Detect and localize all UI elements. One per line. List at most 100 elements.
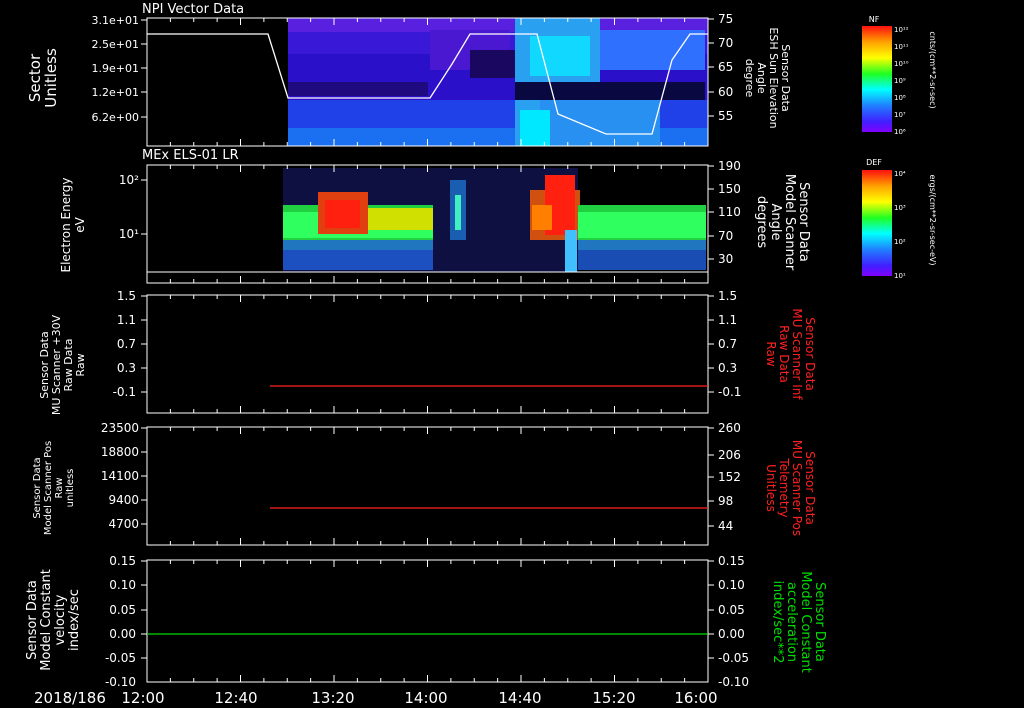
panel5-frame [146,559,709,683]
panel3-left-tick-label: 1.1 [117,313,136,327]
panel3-right-tick-label: 1.1 [718,313,737,327]
panel3-left-tick-label: 1.5 [117,289,136,303]
panel1-right-tick-label: 70 [718,36,733,50]
panel1-left-tick-label: 1.9e+01 [92,62,139,75]
panel1-colorbar-tick: 10⁷ [894,111,906,119]
panel5-right-label-line: Model Constant [798,571,813,673]
panel1-spectrogram [288,18,708,146]
panel2-left-label-line: Electron Energy [59,177,73,272]
panel2-colorbar-tick: 10⁴ [894,170,906,178]
panel4-frame [146,426,709,546]
panel2-left-axis-label: Electron Energy eV [59,177,87,272]
panel4-right-label-line: Sensor Data [803,451,817,525]
panel3-right-tick-label: -0.1 [718,385,741,399]
panel3-right-ticks: 1.5 1.1 0.7 0.3 -0.1 [708,289,741,399]
panel2-left-tick-label: 10² [119,173,139,187]
panel2-left-tick-label: 10¹ [119,227,139,241]
panel4-right-ticks: 260 206 152 98 44 [708,421,741,533]
panel1-right-tick-label: 55 [718,109,733,123]
panel3-right-label-line: Raw Data [777,325,791,383]
panel4-right-tick-label: 260 [718,421,741,435]
panel4-left-label-line: Model Scanner Pos [43,441,54,535]
x-tick-label: 13:20 [311,689,354,707]
panel3-left-tick-label: 0.7 [117,337,136,351]
panel3-left-tick-label: -0.1 [113,385,136,399]
panel2-right-tick-label: 150 [718,182,741,196]
panel5-right-tick-label: 0.15 [718,554,745,568]
panel1-colorbar-tick: 10¹² [894,26,909,34]
panel4-left-tick-label: 4700 [108,517,139,531]
panel4-left-tick-label: 23500 [101,421,139,435]
panel2-colorbar-tick: 10² [894,238,906,246]
panel1-left-tick-label: 1.2e+01 [92,86,139,99]
panel-mex-els: MEx ELS-01 LR 10² 10¹ 190 150 110 70 30 … [59,148,811,284]
panel4-left-tick-label: 18800 [101,445,139,459]
panel4-right-tick-label: 98 [718,494,733,508]
panel2-right-tick-label: 30 [718,252,733,266]
panel1-right-ticks: 75 70 65 60 55 [708,12,733,123]
panel2-colorbar-title: DEF [866,158,882,167]
panel4-left-label-line: Sensor Data [32,457,43,518]
panel1-title: NPI Vector Data [142,2,244,17]
panel1-left-axis-label: Sector Unitless [26,48,60,108]
panel2-spectrogram [283,168,706,272]
panel2-right-tick-label: 70 [718,229,733,243]
panel5-right-label-line: index/sec**2 [770,580,785,663]
panel1-left-ticks: 3.1e+01 2.5e+01 1.9e+01 1.2e+01 6.2e+00 [92,14,147,124]
x-tick-label: 16:00 [674,689,717,707]
date-label: 2018/186 [34,689,106,707]
panel4-right-axis-label: Sensor Data MU Scanner Pos Telemetry Uni… [764,440,817,536]
panel4-right-label-line: Unitless [764,464,778,512]
panel2-right-axis-label: Sensor Data Model Scanner Angle degrees [754,174,811,271]
panel3-left-axis-label: Sensor Data MU Scanner +30V Raw Data Raw [38,314,87,415]
panel2-right-label-line: Angle [768,204,783,241]
panel3-left-label-line: Raw [74,353,87,376]
panel5-left-label-line: index/sec [67,589,82,651]
panel1-colorbar-tick: 10¹⁰ [894,60,909,68]
panel2-colorbar-tick: 10¹ [894,272,906,280]
panel5-left-label-line: velocity [53,594,68,645]
panel5-right-tick-label: -0.05 [718,651,749,665]
panel5-left-tick-label: 0.00 [109,627,136,641]
panel1-colorbar-title: NF [869,15,880,24]
panel2-left-label-line: eV [73,216,87,232]
panel4-left-label-line: Raw [54,477,65,498]
panel1-colorbar-tick: 10⁹ [894,77,906,85]
panel5-right-tick-label: -0.10 [718,675,749,689]
panel1-colorbar: NF 10¹² 10¹¹ 10¹⁰ 10⁹ 10⁸ 10⁷ 10⁶ cnts/(… [862,15,937,136]
panel-model-constant: 0.15 0.10 0.05 0.00 -0.05 -0.10 0.15 0.1… [25,554,827,689]
panel5-left-tick-label: -0.10 [105,675,136,689]
panel1-right-label-line: degree [743,59,756,98]
panel2-right-label-line: degrees [754,196,769,249]
panel1-left-label-line: Unitless [42,48,60,108]
x-axis-labels: 2018/186 12:00 12:40 13:20 14:00 14:40 1… [34,689,718,707]
panel1-left-tick-label: 2.5e+01 [92,38,139,51]
panel-mu-scanner-raw: 1.5 1.1 0.7 0.3 -0.1 1.5 1.1 0.7 0.3 -0.… [38,289,817,415]
panel5-right-label-line: Sensor Data [812,582,827,662]
panel2-colorbar-units: ergs/(cm**2-sr-sec-eV) [928,174,937,265]
panel4-left-tick-label: 9400 [108,493,139,507]
panel5-left-ticks: 0.15 0.10 0.05 0.00 -0.05 -0.10 [105,554,147,689]
panel3-right-tick-label: 0.3 [718,361,737,375]
panel3-right-label-line: Sensor Data [803,317,817,391]
panel3-frame [146,294,709,414]
panel4-left-axis-label: Sensor Data Model Scanner Pos Raw unitle… [32,441,76,535]
panel5-right-ticks: 0.15 0.10 0.05 0.00 -0.05 -0.10 [708,554,749,689]
panel3-right-tick-label: 1.5 [718,289,737,303]
panel4-right-tick-label: 44 [718,519,733,533]
panel1-right-tick-label: 65 [718,60,733,74]
panel4-right-label-line: Telemetry [777,457,791,517]
panel5-right-tick-label: 0.10 [718,578,745,592]
panel5-right-axis-label: Sensor Data Model Constant acceleration … [770,571,827,673]
panel3-right-tick-label: 0.7 [718,337,737,351]
panel2-right-ticks: 190 150 110 70 30 [708,159,741,266]
panel2-colorbar: DEF 10⁴ 10³ 10² 10¹ ergs/(cm**2-sr-sec-e… [862,158,937,280]
x-tick-label: 14:40 [498,689,541,707]
panel5-left-tick-label: 0.10 [109,578,136,592]
panel1-colorbar-tick: 10¹¹ [894,43,909,51]
panel2-right-tick-label: 110 [718,205,741,219]
panel3-left-tick-label: 0.3 [117,361,136,375]
panel1-right-axis-label: Sensor Data ESH Sun Elevation Angle degr… [743,27,792,128]
panel-npi-vector-data: NPI Vector Data 3.1e+01 2.5e+01 1.9e+01 … [26,2,792,147]
panel1-right-tick-label: 60 [718,85,733,99]
